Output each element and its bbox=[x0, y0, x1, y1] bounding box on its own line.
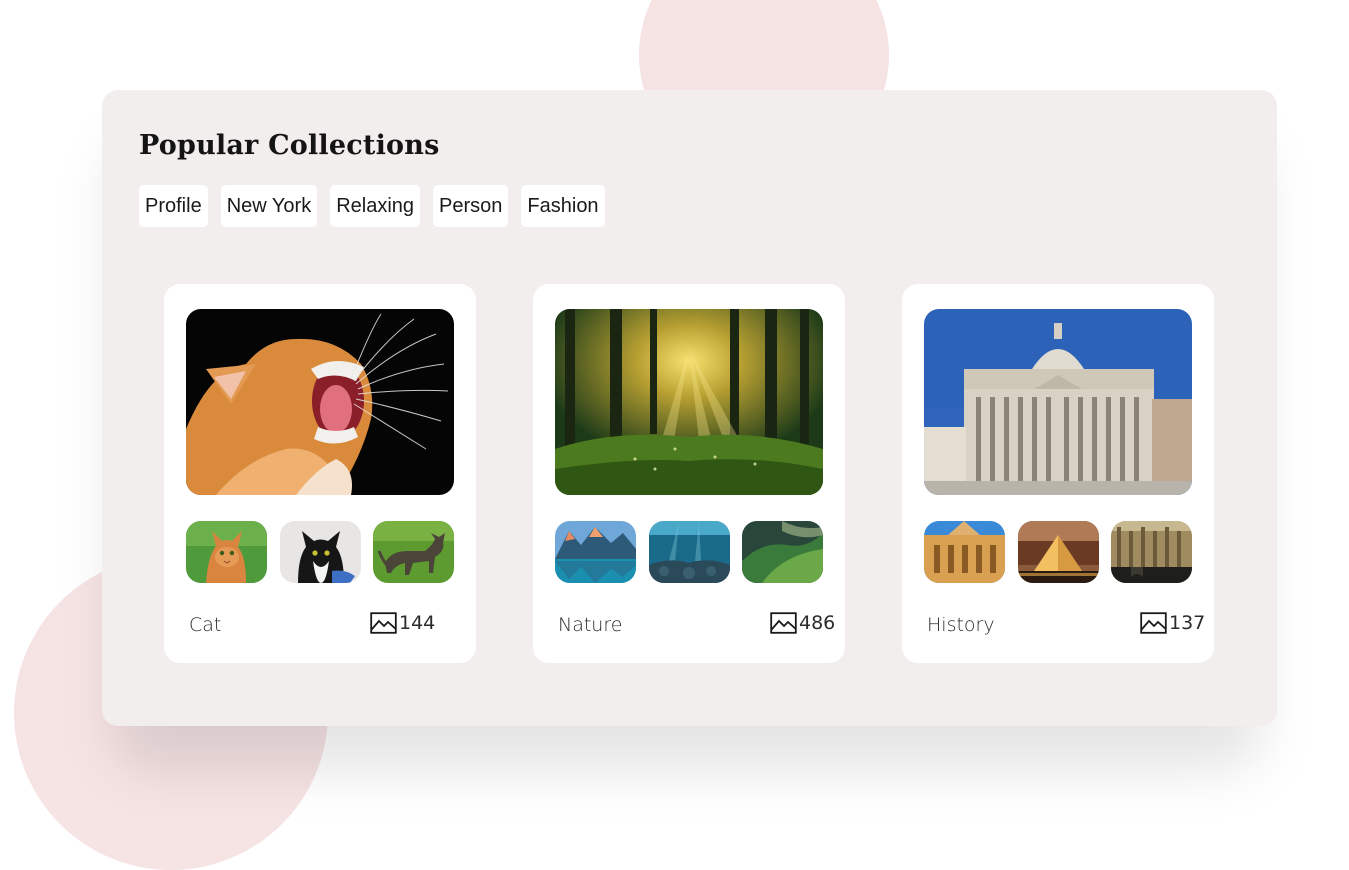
image-icon bbox=[370, 612, 397, 634]
page-title: Popular Collections bbox=[139, 130, 440, 161]
collection-count-history: 137 bbox=[1140, 612, 1205, 634]
tag-profile[interactable]: Profile bbox=[139, 185, 208, 227]
tag-new-york[interactable]: New York bbox=[220, 185, 318, 227]
thumbnail-underwater[interactable] bbox=[648, 521, 730, 583]
collection-name-nature: Nature bbox=[558, 614, 623, 636]
thumbnail-black-white-cat[interactable] bbox=[279, 521, 361, 583]
thumbnail-green-hills[interactable] bbox=[742, 521, 823, 583]
tag-fashion[interactable]: Fashion bbox=[521, 185, 605, 227]
collection-name-cat: Cat bbox=[189, 614, 222, 636]
collection-card-nature[interactable]: Nature 486 bbox=[533, 284, 845, 663]
tag-person[interactable]: Person bbox=[433, 185, 509, 227]
collection-thumbnails-history bbox=[924, 521, 1192, 583]
collection-thumbnails-nature bbox=[555, 521, 823, 583]
thumbnail-florence-cathedral[interactable] bbox=[924, 521, 1005, 583]
collection-name-history: History bbox=[927, 614, 995, 636]
collection-count-value: 144 bbox=[399, 612, 436, 634]
popular-collections-panel: Popular Collections Profile New York Rel… bbox=[102, 90, 1277, 726]
thumbnail-louvre-pyramid[interactable] bbox=[1017, 521, 1099, 583]
image-icon bbox=[1140, 612, 1167, 634]
thumbnail-mountain-lake[interactable] bbox=[555, 521, 636, 583]
collection-count-value: 486 bbox=[799, 612, 836, 634]
collection-count-nature: 486 bbox=[770, 612, 835, 634]
image-icon bbox=[770, 612, 797, 634]
thumbnail-orange-tabby-cat[interactable] bbox=[186, 521, 267, 583]
collection-count-value: 137 bbox=[1169, 612, 1206, 634]
collection-card-history[interactable]: History 137 bbox=[902, 284, 1214, 663]
tag-list: Profile New York Relaxing Person Fashion bbox=[139, 185, 605, 227]
collection-card-cat[interactable]: Cat 144 bbox=[164, 284, 476, 663]
collection-main-image-nature[interactable] bbox=[555, 309, 823, 495]
collection-main-image-history[interactable] bbox=[924, 309, 1192, 495]
tag-relaxing[interactable]: Relaxing bbox=[330, 185, 421, 227]
thumbnail-tabby-cat-walking[interactable] bbox=[373, 521, 454, 583]
collection-count-cat: 144 bbox=[370, 612, 435, 634]
collection-main-image-cat[interactable] bbox=[186, 309, 454, 495]
thumbnail-gothic-palace[interactable] bbox=[1111, 521, 1192, 583]
collection-thumbnails-cat bbox=[186, 521, 454, 583]
